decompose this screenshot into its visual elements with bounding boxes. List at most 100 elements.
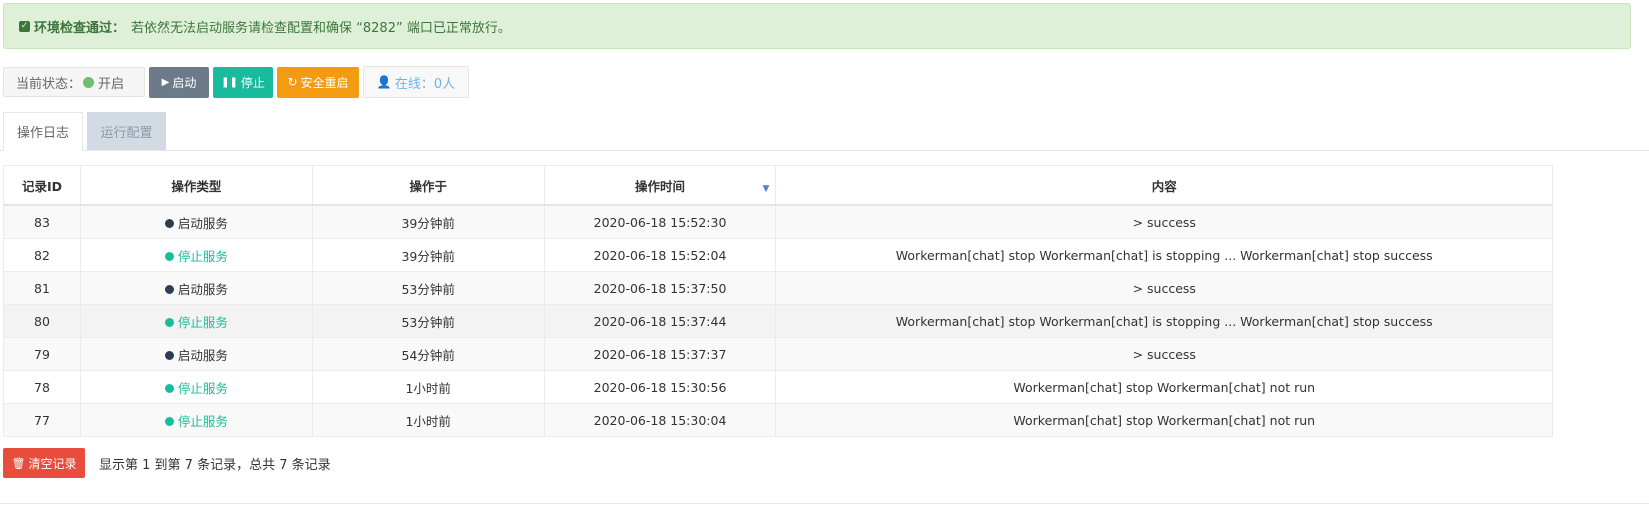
type-text: 停止服务 bbox=[177, 314, 228, 330]
stop-button[interactable]: ❚❚ 停止 bbox=[213, 66, 273, 98]
cell-id: 80 bbox=[3, 304, 81, 338]
type-label: 停止服务 bbox=[164, 248, 228, 264]
cell-time: 2020-06-18 15:37:37 bbox=[543, 337, 777, 371]
table-row[interactable]: 83 启动服务 39分钟前 2020-06-18 15:52:30 > success bbox=[3, 204, 1553, 239]
operation-log-table: 记录ID 操作类型 操作于 操作时间 ▼ 内容 83 启动服务 39分钟前 2020-… bbox=[3, 165, 1553, 437]
tab-run-config[interactable]: 运行配置 bbox=[87, 112, 166, 150]
service-toolbar: 当前状态： 开启 ▶ 启动 ❚❚ 停止 ↻ 安全重启 👤 在线：0人 bbox=[3, 66, 469, 98]
cell-ago: 54分钟前 bbox=[311, 337, 545, 371]
start-button-label: 启动 bbox=[172, 75, 197, 90]
cell-type: 停止服务 bbox=[79, 238, 313, 272]
play-icon: ▶ bbox=[161, 76, 170, 88]
type-text: 启动服务 bbox=[177, 215, 228, 231]
env-check-alert: ✓ 环境检查通过： 若依然无法启动服务请检查配置和确保 “8282” 端口已正常… bbox=[3, 3, 1631, 49]
cell-id: 77 bbox=[3, 403, 81, 437]
clear-records-button[interactable]: 🗑 清空记录 bbox=[3, 448, 85, 478]
pagination-info: 显示第 1 到第 7 条记录，总共 7 条记录 bbox=[99, 457, 331, 473]
table-row[interactable]: 81 启动服务 53分钟前 2020-06-18 15:37:50 > success bbox=[3, 271, 1553, 305]
cell-id: 78 bbox=[3, 370, 81, 404]
cell-time: 2020-06-18 15:30:04 bbox=[543, 403, 777, 437]
column-header-type[interactable]: 操作类型 bbox=[79, 165, 313, 206]
cell-time: 2020-06-18 15:30:56 bbox=[543, 370, 777, 404]
stop-button-label: 停止 bbox=[240, 75, 265, 90]
alert-title: 环境检查通过： bbox=[34, 20, 126, 36]
user-icon: 👤 bbox=[376, 75, 392, 89]
alert-message: 若依然无法启动服务请检查配置和确保 “8282” 端口已正常放行。 bbox=[131, 20, 511, 36]
cell-id: 81 bbox=[3, 271, 81, 305]
cell-content: > success bbox=[775, 271, 1553, 305]
circle-icon bbox=[164, 218, 174, 228]
cell-content: Workerman[chat] stop Workerman[chat] not… bbox=[775, 403, 1553, 437]
column-header-time-label: 操作时间 bbox=[635, 178, 686, 194]
type-label: 停止服务 bbox=[164, 413, 228, 429]
status-label: 当前状态： bbox=[16, 76, 82, 92]
type-text: 启动服务 bbox=[177, 347, 228, 363]
cell-time: 2020-06-18 15:52:30 bbox=[543, 204, 777, 239]
table-footer: 🗑 清空记录 显示第 1 到第 7 条记录，总共 7 条记录 bbox=[3, 448, 331, 478]
cell-ago: 53分钟前 bbox=[311, 304, 545, 338]
cell-ago: 1小时前 bbox=[311, 370, 545, 404]
table-row[interactable]: 77 停止服务 1小时前 2020-06-18 15:30:04 Workerman[c… bbox=[3, 403, 1553, 437]
cell-type: 启动服务 bbox=[79, 271, 313, 305]
cell-ago: 39分钟前 bbox=[311, 238, 545, 272]
cell-ago: 1小时前 bbox=[311, 403, 545, 437]
circle-icon bbox=[164, 284, 174, 294]
type-label: 停止服务 bbox=[164, 380, 228, 396]
circle-icon bbox=[164, 383, 174, 393]
status-dot-icon bbox=[83, 76, 95, 88]
column-header-id[interactable]: 记录ID bbox=[3, 165, 81, 206]
status-indicator: 当前状态： 开启 bbox=[3, 67, 145, 97]
cell-id: 83 bbox=[3, 204, 81, 239]
cell-content: Workerman[chat] stop Workerman[chat] not… bbox=[775, 370, 1553, 404]
trash-icon: 🗑 bbox=[11, 456, 26, 470]
table-row[interactable]: 80 停止服务 53分钟前 2020-06-18 15:37:44 Workerman[… bbox=[3, 304, 1553, 338]
cell-type: 启动服务 bbox=[79, 337, 313, 371]
tab-bar: 操作日志 运行配置 bbox=[0, 112, 1649, 151]
divider bbox=[0, 503, 1649, 504]
table-row[interactable]: 82 停止服务 39分钟前 2020-06-18 15:52:04 Workerman[… bbox=[3, 238, 1553, 272]
sort-desc-icon: ▼ bbox=[762, 184, 770, 194]
circle-icon bbox=[164, 251, 174, 261]
cell-type: 停止服务 bbox=[79, 403, 313, 437]
cell-content: > success bbox=[775, 204, 1553, 239]
circle-icon bbox=[164, 416, 174, 426]
cell-id: 82 bbox=[3, 238, 81, 272]
refresh-icon: ↻ bbox=[287, 75, 298, 89]
type-label: 启动服务 bbox=[164, 281, 228, 297]
cell-time: 2020-06-18 15:37:44 bbox=[543, 304, 777, 338]
type-label: 启动服务 bbox=[164, 215, 228, 231]
safe-restart-button[interactable]: ↻ 安全重启 bbox=[277, 66, 359, 98]
cell-type: 停止服务 bbox=[79, 370, 313, 404]
safe-restart-button-label: 安全重启 bbox=[300, 75, 349, 90]
column-header-content[interactable]: 内容 bbox=[775, 165, 1553, 206]
type-label: 停止服务 bbox=[164, 314, 228, 330]
cell-content: Workerman[chat] stop Workerman[chat] is … bbox=[775, 238, 1553, 272]
tab-operation-log[interactable]: 操作日志 bbox=[3, 112, 83, 151]
cell-ago: 39分钟前 bbox=[311, 204, 545, 239]
table-row[interactable]: 78 停止服务 1小时前 2020-06-18 15:30:56 Workerman[c… bbox=[3, 370, 1553, 404]
cell-time: 2020-06-18 15:52:04 bbox=[543, 238, 777, 272]
type-text: 启动服务 bbox=[177, 281, 228, 297]
status-value: 开启 bbox=[98, 76, 125, 92]
cell-type: 启动服务 bbox=[79, 204, 313, 239]
column-header-ago[interactable]: 操作于 bbox=[311, 165, 545, 206]
online-count-label: 在线：0人 bbox=[394, 76, 456, 92]
cell-type: 停止服务 bbox=[79, 304, 313, 338]
column-header-time[interactable]: 操作时间 ▼ bbox=[543, 165, 777, 206]
check-square-icon: ✓ bbox=[19, 20, 30, 32]
type-text: 停止服务 bbox=[177, 380, 228, 396]
start-button[interactable]: ▶ 启动 bbox=[149, 66, 209, 98]
cell-content: > success bbox=[775, 337, 1553, 371]
pause-icon: ❚❚ bbox=[221, 76, 238, 88]
cell-ago: 53分钟前 bbox=[311, 271, 545, 305]
table-row[interactable]: 79 启动服务 54分钟前 2020-06-18 15:37:37 > success bbox=[3, 337, 1553, 371]
clear-records-label: 清空记录 bbox=[28, 456, 77, 471]
circle-icon bbox=[164, 317, 174, 327]
cell-id: 79 bbox=[3, 337, 81, 371]
type-label: 启动服务 bbox=[164, 347, 228, 363]
cell-time: 2020-06-18 15:37:50 bbox=[543, 271, 777, 305]
type-text: 停止服务 bbox=[177, 248, 228, 264]
cell-content: Workerman[chat] stop Workerman[chat] is … bbox=[775, 304, 1553, 338]
circle-icon bbox=[164, 350, 174, 360]
type-text: 停止服务 bbox=[177, 413, 228, 429]
